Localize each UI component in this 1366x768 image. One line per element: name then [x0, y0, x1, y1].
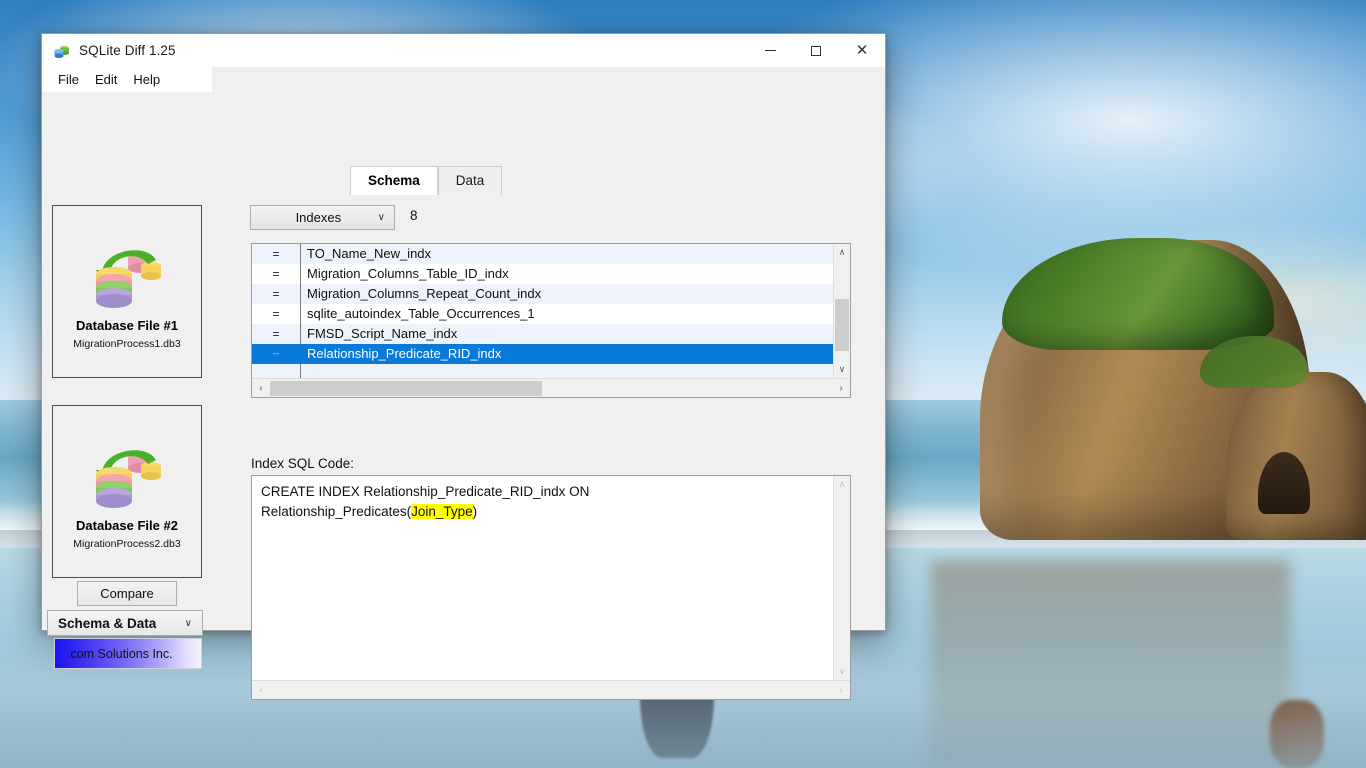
database-file-1-card[interactable]: Database File #1 MigrationProcess1.db3: [52, 205, 202, 378]
menu-help[interactable]: Help: [125, 70, 168, 89]
object-type-combo[interactable]: Indexes ∨: [250, 205, 395, 230]
table-row[interactable]: = TO_Name_New_indx: [252, 244, 833, 264]
database-file-1-title: Database File #1: [76, 317, 178, 333]
chevron-down-icon: ∨: [184, 617, 192, 629]
list-hscroll-thumb[interactable]: [270, 380, 542, 396]
database-file-2-filename: MigrationProcess2.db3: [73, 537, 181, 550]
compare-mode-value: Schema & Data: [58, 615, 157, 631]
compare-button[interactable]: Compare: [77, 581, 177, 606]
sql-code-label: Index SQL Code:: [251, 456, 355, 471]
scroll-right-icon[interactable]: ›: [832, 383, 850, 394]
sql-code-text: CREATE INDEX Relationship_Predicate_RID_…: [261, 482, 830, 522]
list-vertical-scrollbar[interactable]: ∧ ∨: [833, 244, 850, 378]
wallpaper-foreground-object: [1270, 700, 1324, 768]
sql-vscroll-track[interactable]: [834, 493, 850, 663]
row-diff-symbol: =: [272, 267, 280, 281]
scroll-left-icon[interactable]: ‹: [252, 383, 270, 394]
sqlite-diff-icon: [53, 42, 71, 60]
sql-highlighted-column: Join_Type: [411, 504, 473, 519]
database-file-2-title: Database File #2: [76, 517, 178, 533]
sql-line-2-suffix: ): [472, 504, 478, 519]
chevron-down-icon: ∨: [377, 212, 385, 223]
database-migration-icon: [88, 234, 166, 312]
compare-mode-combo[interactable]: Schema & Data ∨: [47, 610, 203, 636]
index-list-box[interactable]: = TO_Name_New_indx = Migration_Columns_Tabl…: [251, 243, 851, 398]
minimize-button[interactable]: [747, 34, 793, 67]
tab-strip: Schema Data: [350, 166, 503, 195]
row-object-name: Migration_Columns_Table_ID_indx: [300, 264, 833, 284]
scroll-up-icon[interactable]: ∧: [834, 476, 850, 493]
row-object-name: Relationship_Predicate_RID_indx: [300, 344, 833, 364]
brand-banner: .com Solutions Inc.: [54, 638, 202, 669]
row-object-name: Migration_Columns_Repeat_Count_indx: [300, 284, 833, 304]
table-row[interactable]: = Migration_Columns_Repeat_Count_indx: [252, 284, 833, 304]
table-row[interactable]: = sqlite_autoindex_Table_Occurrences_1: [252, 304, 833, 324]
row-diff-symbol: ~: [272, 347, 280, 361]
sql-vertical-scrollbar[interactable]: ∧ ∨: [833, 476, 850, 680]
list-vscroll-track[interactable]: [834, 261, 850, 361]
sql-code-box[interactable]: CREATE INDEX Relationship_Predicate_RID_…: [251, 475, 851, 700]
row-diff-symbol: =: [272, 287, 280, 301]
application-window: SQLite Diff 1.25 ✕ File Edit Help Schema…: [41, 33, 886, 700]
row-diff-symbol: =: [272, 327, 280, 341]
scroll-down-icon[interactable]: ∨: [834, 361, 850, 378]
tab-data[interactable]: Data: [437, 166, 503, 195]
sql-line-1: CREATE INDEX Relationship_Predicate_RID_…: [261, 484, 590, 499]
sql-horizontal-scrollbar[interactable]: ‹ ›: [252, 680, 850, 699]
tab-schema[interactable]: Schema: [350, 166, 438, 195]
brand-label: .com Solutions Inc.: [67, 646, 173, 661]
object-count: 8: [410, 208, 418, 223]
list-vscroll-thumb[interactable]: [835, 299, 849, 351]
close-button[interactable]: ✕: [839, 34, 885, 67]
wallpaper-reflection: [930, 560, 1290, 768]
window-title: SQLite Diff 1.25: [79, 43, 176, 58]
maximize-button[interactable]: [793, 34, 839, 67]
scroll-right-icon[interactable]: ›: [832, 685, 850, 696]
table-row[interactable]: ~ Relationship_Predicate_RID_indx: [252, 344, 833, 364]
menu-file[interactable]: File: [50, 70, 87, 89]
menu-edit[interactable]: Edit: [87, 70, 125, 89]
menu-bar: File Edit Help: [42, 67, 212, 92]
list-horizontal-scrollbar[interactable]: ‹ ›: [252, 378, 850, 397]
row-diff-symbol: =: [272, 247, 280, 261]
sql-line-2-prefix: Relationship_Predicates(: [261, 504, 412, 519]
object-type-value: Indexes: [295, 210, 342, 225]
sql-hscroll-track[interactable]: [270, 682, 832, 699]
scroll-left-icon[interactable]: ‹: [252, 685, 270, 696]
row-object-name: FMSD_Script_Name_indx: [300, 324, 833, 344]
window-controls: ✕: [747, 34, 885, 67]
database-file-1-filename: MigrationProcess1.db3: [73, 337, 181, 350]
index-list-rows: = TO_Name_New_indx = Migration_Columns_Tabl…: [252, 244, 833, 384]
table-row[interactable]: = FMSD_Script_Name_indx: [252, 324, 833, 344]
list-hscroll-track[interactable]: [270, 380, 832, 397]
window-content: Schema Data Database File #1 MigrationPr…: [42, 92, 885, 700]
scroll-up-icon[interactable]: ∧: [834, 244, 850, 261]
title-bar: SQLite Diff 1.25 ✕: [42, 34, 885, 67]
row-object-name: TO_Name_New_indx: [300, 244, 833, 264]
table-row[interactable]: = Migration_Columns_Table_ID_indx: [252, 264, 833, 284]
database-file-2-card[interactable]: Database File #2 MigrationProcess2.db3: [52, 405, 202, 578]
row-object-name: sqlite_autoindex_Table_Occurrences_1: [300, 304, 833, 324]
database-migration-icon: [88, 434, 166, 512]
scroll-down-icon[interactable]: ∨: [834, 663, 850, 680]
row-diff-symbol: =: [272, 307, 280, 321]
